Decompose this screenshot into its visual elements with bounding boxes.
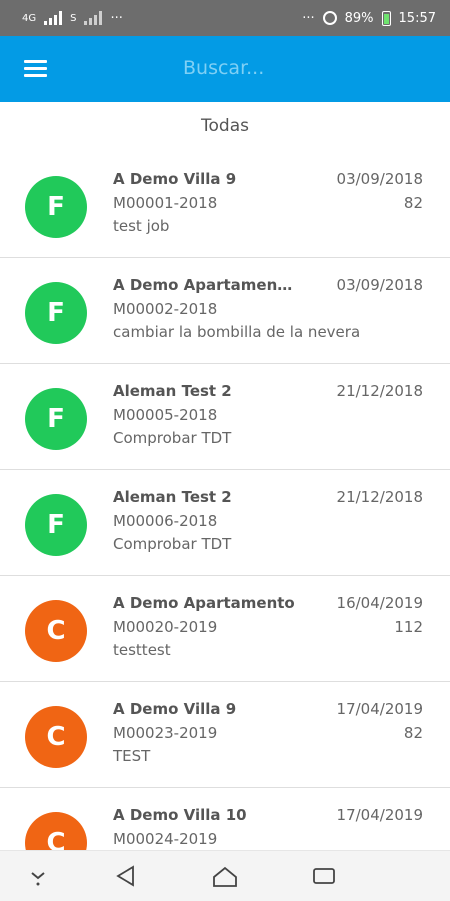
status-right: ··· 89% 15:57 — [302, 10, 436, 26]
item-name: A Demo Villa 10 — [113, 806, 247, 824]
list-item[interactable]: C A Demo Apartamento M00020-2019 testtest 16… — [0, 576, 450, 682]
signal-2-icon — [84, 11, 103, 25]
item-description: test job — [113, 217, 170, 235]
item-name: A Demo Villa 9 — [113, 170, 237, 188]
item-reference: M00006-2018 — [113, 512, 218, 530]
item-name: Aleman Test 2 — [113, 382, 232, 400]
item-date: 03/09/2018 — [336, 170, 423, 188]
job-list: F A Demo Villa 9 M00001-2018 test job 03/09/… — [0, 152, 450, 894]
item-name: A Demo Apartament... — [113, 276, 298, 294]
item-name: A Demo Villa 9 — [113, 700, 237, 718]
item-description: Comprobar TDT — [113, 429, 232, 447]
recents-icon[interactable] — [310, 863, 338, 889]
avatar: C — [25, 600, 87, 662]
more-status-icon: ··· — [302, 10, 315, 26]
list-item[interactable]: F Aleman Test 2 M00006-2018 Comprobar TDT 21… — [0, 470, 450, 576]
back-icon[interactable] — [111, 863, 139, 889]
data-saver-icon — [322, 11, 337, 25]
item-reference: M00001-2018 — [113, 194, 218, 212]
status-left: 4G S ··· — [22, 11, 123, 26]
avatar: C — [25, 706, 87, 768]
item-count: 112 — [394, 618, 423, 636]
signal-icon — [44, 11, 63, 25]
item-date: 16/04/2019 — [336, 594, 423, 612]
list-item[interactable]: F Aleman Test 2 M00005-2018 Comprobar TDT 21… — [0, 364, 450, 470]
item-description: testtest — [113, 641, 171, 659]
avatar: F — [25, 388, 87, 450]
item-date: 17/04/2019 — [336, 700, 423, 718]
list-item[interactable]: F A Demo Villa 9 M00001-2018 test job 03/09/… — [0, 152, 450, 258]
avatar: F — [25, 176, 87, 238]
item-name: A Demo Apartamento — [113, 594, 295, 612]
avatar: F — [25, 494, 87, 556]
item-reference: M00020-2019 — [113, 618, 218, 636]
item-description: Comprobar TDT — [113, 535, 232, 553]
item-name: Aleman Test 2 — [113, 488, 232, 506]
navigation-bar — [0, 850, 450, 901]
app-bar: Buscar... — [0, 36, 450, 102]
section-title: Todas — [201, 116, 249, 136]
menu-icon[interactable] — [24, 60, 47, 78]
chevron-down-icon[interactable] — [24, 863, 52, 889]
item-date: 21/12/2018 — [336, 382, 423, 400]
item-date: 03/09/2018 — [336, 276, 423, 294]
status-bar: 4G S ··· ··· 89% 15:57 — [0, 0, 450, 36]
list-item[interactable]: C A Demo Villa 9 M00023-2019 TEST 17/04/2019… — [0, 682, 450, 788]
clock: 15:57 — [398, 10, 436, 26]
item-reference: M00024-2019 — [113, 830, 218, 848]
item-count: 82 — [403, 724, 423, 742]
item-date: 17/04/2019 — [336, 806, 423, 824]
battery-percent: 89% — [344, 10, 374, 26]
search-input[interactable]: Buscar... — [183, 57, 264, 79]
item-description: cambiar la bombilla de la nevera — [113, 323, 361, 341]
avatar: F — [25, 282, 87, 344]
item-date: 21/12/2018 — [336, 488, 423, 506]
sim-label: S — [70, 12, 77, 24]
item-count: 82 — [403, 194, 423, 212]
item-description: TEST — [113, 747, 151, 765]
battery-icon — [381, 10, 391, 26]
list-item[interactable]: F A Demo Apartament... M00002-2018 cambiar … — [0, 258, 450, 364]
more-notifications-icon: ··· — [110, 10, 123, 26]
item-reference: M00002-2018 — [113, 300, 218, 318]
network-type-label: 4G — [22, 12, 37, 24]
item-reference: M00005-2018 — [113, 406, 218, 424]
item-reference: M00023-2019 — [113, 724, 218, 742]
home-icon[interactable] — [211, 863, 239, 889]
